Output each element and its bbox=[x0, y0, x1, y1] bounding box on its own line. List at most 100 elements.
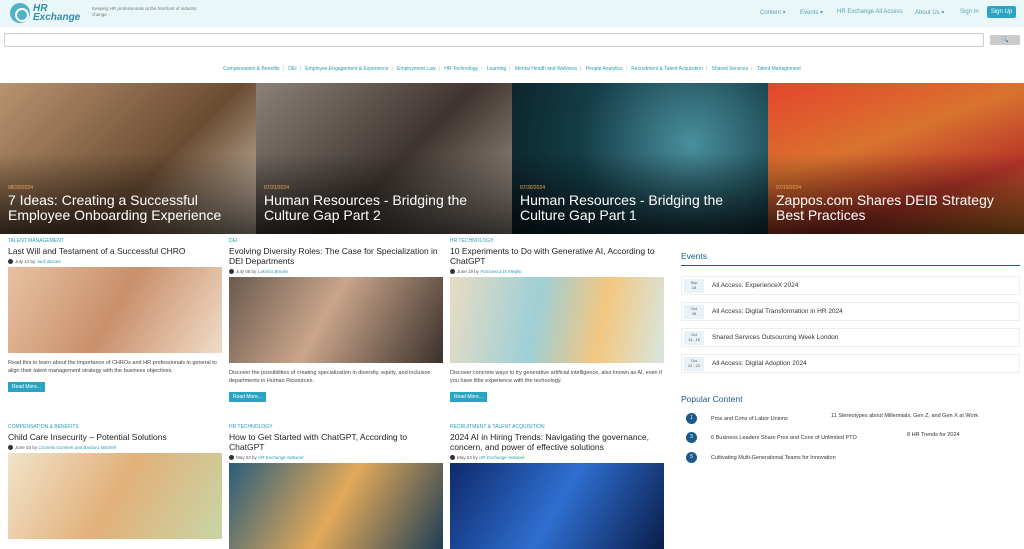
popular-item[interactable]: 5 Cultivating Multi-Generational Teams f… bbox=[686, 452, 836, 463]
popular-rank: 3 bbox=[686, 432, 697, 443]
hero-card-3[interactable]: 07/30/2024 Human Resources - Bridging th… bbox=[512, 83, 768, 234]
article-author[interactable]: Cornelia Gamlem and Barbara Mitchell bbox=[38, 445, 116, 450]
event-item[interactable]: Oct 22 - 23 All Access: Digital Adoption … bbox=[681, 354, 1020, 373]
article-meta: June 03 by Cornelia Gamlem and Barbara M… bbox=[8, 445, 222, 450]
popular-heading: Popular Content bbox=[681, 394, 743, 404]
sign-up-button[interactable]: Sign Up bbox=[987, 6, 1016, 18]
article-image[interactable] bbox=[229, 277, 443, 363]
article-category[interactable]: Talent Management bbox=[8, 238, 222, 244]
category-talent-management[interactable]: Talent Management bbox=[754, 66, 804, 72]
category-mental-health[interactable]: Mental Health and Wellness bbox=[512, 66, 580, 72]
category-hr-technology[interactable]: HR Technology bbox=[441, 66, 481, 72]
category-dei[interactable]: DEI bbox=[285, 66, 299, 72]
article-description: Read this to learn about the importance … bbox=[8, 360, 217, 374]
popular-title[interactable]: 8 HR Trends for 2024 bbox=[907, 432, 960, 438]
article-title[interactable]: How to Get Started with ChatGPT, Accordi… bbox=[229, 432, 443, 452]
article-meta: July 08 by Lakisha Brooks bbox=[229, 269, 443, 274]
category-employee-engagement[interactable]: Employee Engagement & Experience bbox=[302, 66, 391, 72]
logo-line2: Exchange bbox=[33, 12, 81, 23]
popular-item[interactable]: 1 Pros and Cons of Labor Unions bbox=[686, 413, 788, 424]
popular-item[interactable]: 8 HR Trends for 2024 bbox=[893, 432, 960, 438]
popular-item[interactable]: 11 Stereotypes about Millennials, Gen Z,… bbox=[817, 413, 978, 419]
article-card-5: HR Technology How to Get Started with Ch… bbox=[229, 424, 443, 549]
article-author[interactable]: HR Exchange Network bbox=[258, 455, 304, 460]
popular-title[interactable]: Cultivating Multi-Generational Teams for… bbox=[711, 455, 836, 461]
article-category[interactable]: HR Technology bbox=[450, 238, 664, 244]
article-category[interactable]: HR Technology bbox=[229, 424, 443, 430]
hero-date: 07/19/2024 bbox=[776, 185, 802, 191]
popular-rank: 1 bbox=[686, 413, 697, 424]
category-people-analytics[interactable]: People Analytics bbox=[583, 66, 626, 72]
event-name[interactable]: Shared Services Outsourcing Week London bbox=[712, 334, 838, 341]
nav-all-access[interactable]: HR Exchange All Access bbox=[837, 9, 903, 15]
article-title[interactable]: 2024 AI in Hiring Trends: Navigating the… bbox=[450, 432, 664, 452]
event-date: Sep 18 bbox=[684, 278, 704, 293]
article-title[interactable]: 10 Experiments to Do with Generative AI,… bbox=[450, 246, 664, 266]
read-more-button[interactable]: Read More... bbox=[450, 392, 487, 402]
article-meta: June 19 by Francesca Di Meglio bbox=[450, 269, 664, 274]
article-title[interactable]: Last Will and Testament of a Successful … bbox=[8, 246, 222, 256]
article-category[interactable]: Compensation & Benefits bbox=[8, 424, 222, 430]
category-recruitment[interactable]: Recruitment & Talent Acquisition bbox=[628, 66, 706, 72]
nav-about-us[interactable]: About Us ▾ bbox=[915, 9, 944, 16]
category-compensation-benefits[interactable]: Compensation & Benefits bbox=[220, 66, 282, 72]
article-author[interactable]: Jack Bucalo bbox=[37, 259, 61, 264]
category-nav: Compensation & Benefits | DEI | Employee E… bbox=[0, 66, 1024, 72]
clock-icon bbox=[450, 269, 455, 274]
popular-title[interactable]: Pros and Cons of Labor Unions bbox=[711, 416, 788, 422]
hero-title[interactable]: Human Resources - Bridging the Culture G… bbox=[264, 193, 509, 223]
article-card-4: Compensation & Benefits Child Care Insec… bbox=[8, 424, 222, 539]
popular-item[interactable]: 3 6 Business Leaders Share Pros and Cons… bbox=[686, 432, 857, 443]
search-button[interactable]: 🔍 bbox=[990, 35, 1020, 45]
search-icon: 🔍 bbox=[1001, 37, 1009, 43]
article-image[interactable] bbox=[450, 463, 664, 549]
event-date: Oct 14 - 16 bbox=[684, 330, 704, 345]
nav-events[interactable]: Events ▾ bbox=[800, 9, 823, 16]
event-date: Oct 22 - 23 bbox=[684, 356, 704, 371]
read-more-button[interactable]: Read More... bbox=[8, 382, 45, 392]
read-more-button[interactable]: Read More... bbox=[229, 392, 266, 402]
article-category[interactable]: Recruitment & Talent Acquisition bbox=[450, 424, 664, 430]
event-item[interactable]: Sep 18 All Access: ExperienceX 2024 bbox=[681, 276, 1020, 295]
nav-content[interactable]: Content ▾ bbox=[760, 9, 786, 16]
clock-icon bbox=[229, 269, 234, 274]
popular-title[interactable]: 11 Stereotypes about Millennials, Gen Z,… bbox=[831, 413, 978, 419]
events-divider bbox=[681, 265, 1020, 266]
article-card-1: Talent Management Last Will and Testamen… bbox=[8, 238, 222, 393]
clock-icon bbox=[8, 259, 13, 264]
category-learning[interactable]: Learning bbox=[484, 66, 509, 72]
hero-title[interactable]: 7 Ideas: Creating a Successful Employee … bbox=[8, 193, 253, 223]
article-description: Discover concrete ways to try generative… bbox=[450, 370, 662, 384]
article-image[interactable] bbox=[450, 277, 664, 363]
article-author[interactable]: Lakisha Brooks bbox=[258, 269, 289, 274]
event-name[interactable]: All Access: ExperienceX 2024 bbox=[712, 282, 798, 289]
site-logo[interactable]: HR Exchange bbox=[10, 3, 80, 23]
category-shared-services[interactable]: Shared Services bbox=[709, 66, 752, 72]
category-employment-law[interactable]: Employment Law bbox=[394, 66, 438, 72]
article-image[interactable] bbox=[229, 463, 443, 549]
hero-card-2[interactable]: 07/31/2024 Human Resources - Bridging th… bbox=[256, 83, 512, 234]
hero-card-4[interactable]: 07/19/2024 Zappos.com Shares DEIB Strate… bbox=[768, 83, 1024, 234]
hero-title[interactable]: Zappos.com Shares DEIB Strategy Best Pra… bbox=[776, 193, 1021, 223]
article-image[interactable] bbox=[8, 267, 222, 353]
nav-sign-in[interactable]: Sign In bbox=[960, 9, 979, 15]
tagline: Keeping HR professionals at the forefron… bbox=[92, 6, 197, 17]
article-image[interactable] bbox=[8, 453, 222, 539]
article-card-6: Recruitment & Talent Acquisition 2024 AI… bbox=[450, 424, 664, 549]
event-name[interactable]: All Access: Digital Adoption 2024 bbox=[712, 360, 807, 367]
logo-icon bbox=[10, 3, 30, 23]
event-item[interactable]: Oct 08 All Access: Digital Transformation… bbox=[681, 302, 1020, 321]
article-meta: May 23 by HR Exchange Network bbox=[229, 455, 443, 460]
article-title[interactable]: Child Care Insecurity – Potential Soluti… bbox=[8, 432, 222, 442]
article-title[interactable]: Evolving Diversity Roles: The Case for S… bbox=[229, 246, 443, 266]
article-author[interactable]: HR Exchange Network bbox=[479, 455, 525, 460]
event-item[interactable]: Oct 14 - 16 Shared Services Outsourcing W… bbox=[681, 328, 1020, 347]
popular-title[interactable]: 6 Business Leaders Share Pros and Cons o… bbox=[711, 435, 857, 441]
event-name[interactable]: All Access: Digital Transformation in HR… bbox=[712, 308, 843, 315]
hero-card-1[interactable]: 08/20/2024 7 Ideas: Creating a Successfu… bbox=[0, 83, 256, 234]
hero-title[interactable]: Human Resources - Bridging the Culture G… bbox=[520, 193, 765, 223]
article-author[interactable]: Francesca Di Meglio bbox=[480, 269, 521, 274]
search-input[interactable] bbox=[4, 33, 984, 47]
hero-date: 07/30/2024 bbox=[520, 185, 546, 191]
article-category[interactable]: DEI bbox=[229, 238, 443, 244]
